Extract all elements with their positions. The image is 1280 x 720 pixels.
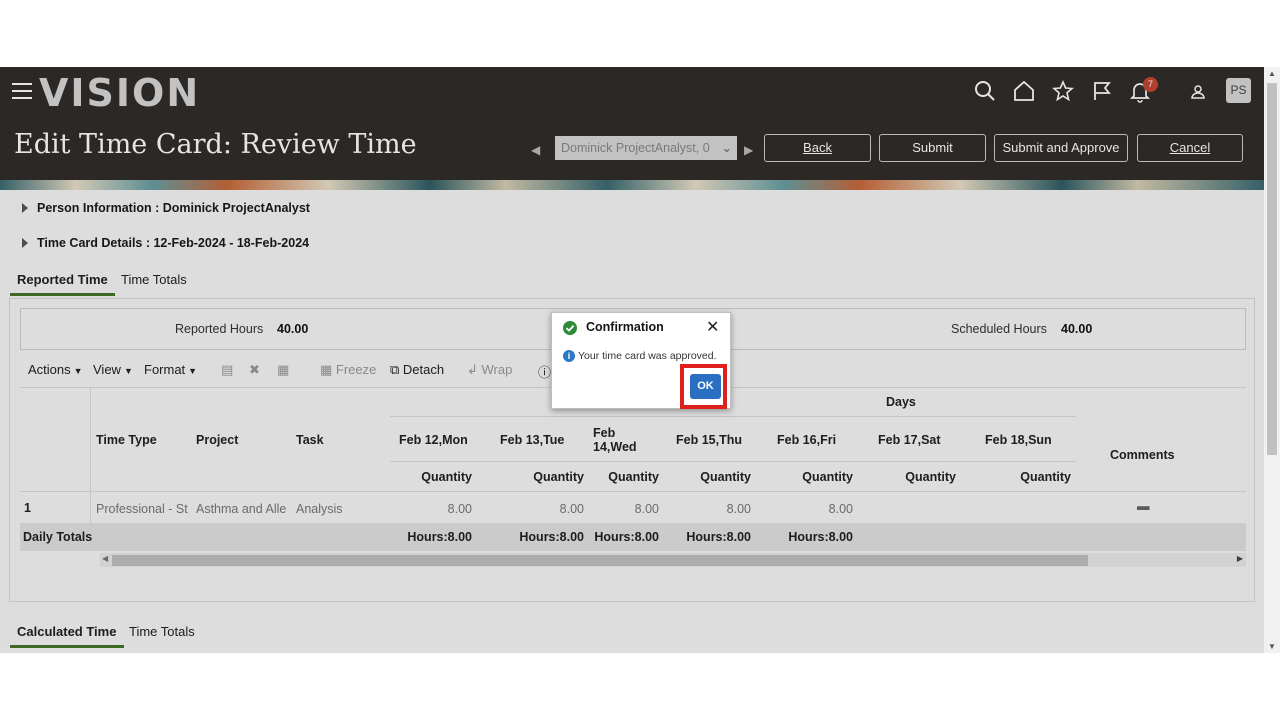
scroll-up-icon[interactable]: ▲	[1268, 69, 1276, 78]
app-frame: vision 7 PS Edit Time Card: Review Time …	[0, 67, 1280, 653]
info-icon: i	[563, 350, 575, 362]
vertical-scrollbar[interactable]: ▲ ▼	[1264, 67, 1280, 653]
ok-button-highlight: OK	[680, 364, 727, 409]
close-icon[interactable]: ✕	[706, 317, 719, 337]
dialog-title: Confirmation	[586, 320, 664, 334]
success-check-icon	[563, 321, 577, 335]
vertical-scroll-thumb[interactable]	[1267, 83, 1277, 455]
scroll-down-icon[interactable]: ▼	[1268, 642, 1276, 651]
ok-button[interactable]: OK	[690, 374, 721, 399]
confirmation-dialog: Confirmation ✕ i Your time card was appr…	[551, 312, 731, 409]
dialog-message: Your time card was approved.	[578, 350, 717, 362]
